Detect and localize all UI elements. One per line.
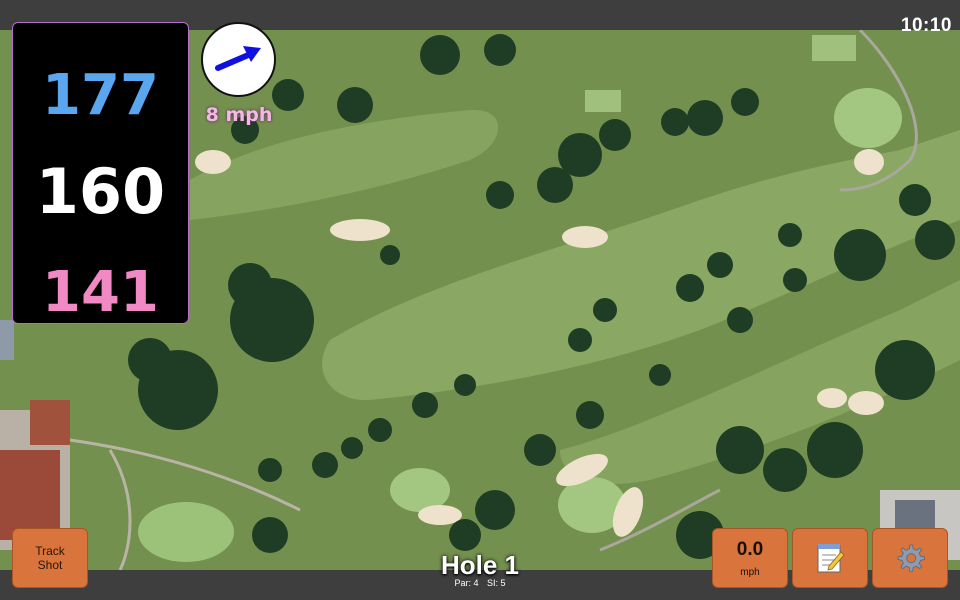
track-shot-button[interactable]: Track Shot xyxy=(12,528,88,588)
back-distance: 177 xyxy=(42,63,159,128)
settings-button[interactable] xyxy=(872,528,948,588)
distance-panel: 177 160 141 xyxy=(12,22,189,325)
speed-value: 0.0 xyxy=(736,539,764,560)
par-label: Par: 4 xyxy=(454,578,479,588)
track-shot-label-line2: Shot xyxy=(37,558,63,572)
speed-button[interactable]: 0.0 mph xyxy=(712,528,788,588)
gear-icon xyxy=(897,544,925,572)
track-shot-label-line1: Track xyxy=(35,544,65,558)
center-distance: 160 xyxy=(35,155,166,228)
wind-arrow-icon xyxy=(215,46,261,71)
hole-info: Par: 4 SI: 5 xyxy=(380,578,580,588)
wind-speed: 8 mph xyxy=(205,104,273,126)
notepad-icon xyxy=(817,544,845,573)
notes-button[interactable] xyxy=(792,528,868,588)
hole-title: Hole 1 xyxy=(440,550,520,580)
clock: 10:10 xyxy=(900,15,952,36)
speed-unit: mph xyxy=(740,567,760,578)
front-distance: 141 xyxy=(42,260,159,325)
wind-indicator xyxy=(201,22,276,97)
stroke-index-label: SI: 5 xyxy=(487,578,506,588)
